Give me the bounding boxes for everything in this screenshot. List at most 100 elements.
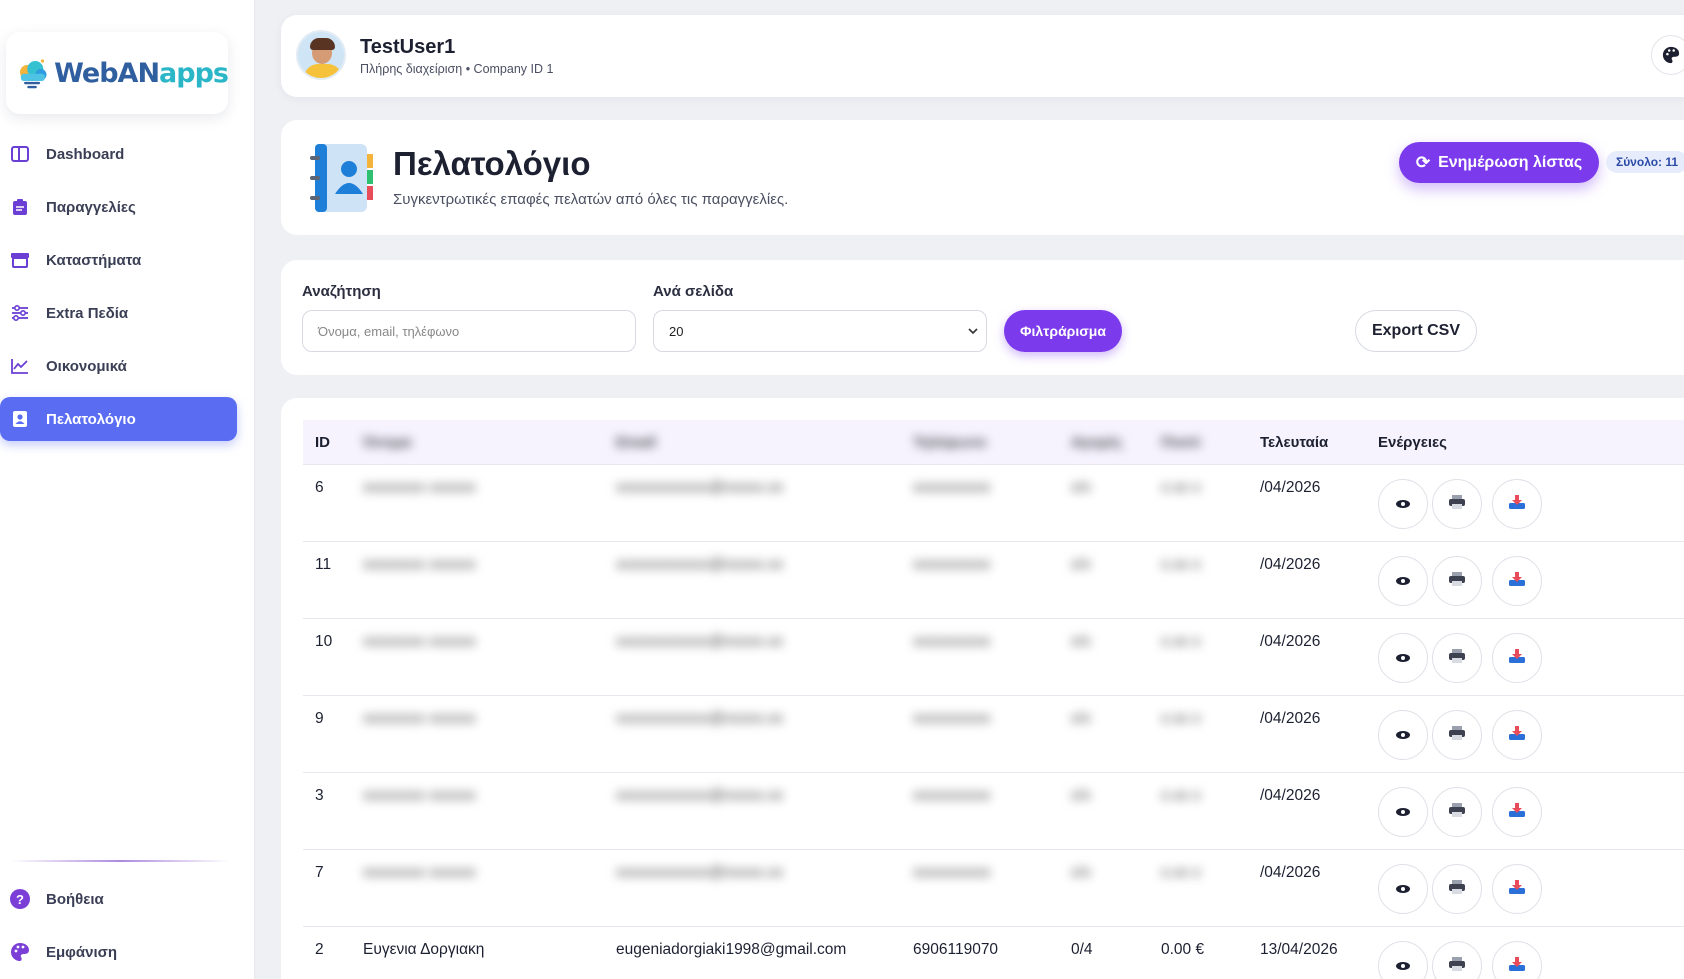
user-subtitle: Πλήρης διαχείριση • Company ID 1 [360,62,554,76]
cell-last: /04/2026 [1260,864,1321,881]
cell-id: 9 [315,710,324,727]
logo[interactable]: WebANapps [6,32,229,114]
cell-name: xxxxxxxx xxxxxx [363,787,476,804]
cell-phone: xxxxxxxxxx [913,864,991,881]
sidebar-item-stores[interactable]: Καταστήματα [0,238,237,282]
cell-name: xxxxxxxx xxxxxx [363,633,476,650]
view-icon [1395,958,1411,975]
sidebar-item-appearance[interactable]: Εμφάνιση [0,930,237,974]
download-button[interactable] [1492,941,1542,979]
cell-id: 11 [315,556,332,573]
cell-email: eugeniadorgiaki1998@gmail.com [616,941,847,958]
cell-amount: x.xx x [1161,556,1201,573]
page-title: Πελατολόγιο [393,145,591,182]
column-header[interactable]: Τελευταία [1260,434,1328,451]
avatar[interactable] [296,30,346,80]
download-button[interactable] [1492,710,1542,760]
cell-amount: x.xx x [1161,710,1201,727]
view-button[interactable] [1378,710,1428,760]
sidebar-item-finance[interactable]: Οικονομικά [0,344,237,388]
cell-email: xxxxxxxxxxxx@xxxxx.xx [616,479,784,496]
download-button[interactable] [1492,633,1542,683]
sliders-icon [10,303,30,323]
column-header[interactable]: ID [315,434,330,451]
download-icon [1508,494,1526,514]
contact-book-icon [10,409,30,429]
search-label: Αναζήτηση [302,283,381,300]
sidebar-item-label: Βοήθεια [46,890,104,908]
column-header[interactable]: Τηλέφωνο [913,434,986,451]
download-icon [1508,648,1526,668]
download-button[interactable] [1492,787,1542,837]
table-header: ID Όνομα Email Τηλέφωνο Αγορές Ποσό Τελε… [303,420,1684,465]
table-row: 3 xxxxxxxx xxxxxx xxxxxxxxxxxx@xxxxx.xx xxx… [303,773,1684,850]
export-csv-button[interactable]: Export CSV [1355,310,1477,352]
refresh-list-button[interactable]: ⟳ Ενημέρωση λίστας [1399,142,1599,183]
sidebar-item-label: Εμφάνιση [46,943,118,961]
print-button[interactable] [1432,479,1482,529]
sidebar-item-label: Οικονομικά [46,357,127,375]
view-icon [1395,496,1411,513]
cell-last: 13/04/2026 [1260,941,1338,958]
view-button[interactable] [1378,633,1428,683]
download-button[interactable] [1492,479,1542,529]
column-header[interactable]: Email [616,434,656,451]
per-page-value: 20 [669,323,684,339]
logo-text: WebANapps [54,57,229,89]
cell-phone: xxxxxxxxxx [913,787,991,804]
cell-id: 6 [315,479,324,496]
print-button[interactable] [1432,633,1482,683]
print-button[interactable] [1432,864,1482,914]
cell-amount: x.xx x [1161,864,1201,881]
view-icon [1395,804,1411,821]
print-icon [1448,725,1466,745]
view-button[interactable] [1378,864,1428,914]
sidebar-item-customers[interactable]: Πελατολόγιο [0,397,237,441]
sidebar-item-dashboard[interactable]: Dashboard [0,132,237,176]
column-header[interactable]: Όνομα [363,434,411,451]
user-name: TestUser1 [360,36,456,58]
sidebar-item-extra-fields[interactable]: Extra Πεδία [0,291,237,335]
view-button[interactable] [1378,556,1428,606]
chart-line-icon [10,356,30,376]
search-input[interactable]: Όνομα, email, τηλέφωνο [302,310,636,352]
cell-phone: xxxxxxxxxx [913,710,991,727]
view-icon [1395,881,1411,898]
download-button[interactable] [1492,864,1542,914]
print-button[interactable] [1432,556,1482,606]
filter-button[interactable]: Φιλτράρισμα [1004,310,1122,352]
per-page-label: Ανά σελίδα [653,283,734,300]
sidebar-item-orders[interactable]: Παραγγελίες [0,185,237,229]
per-page-select[interactable]: 20 [653,310,987,352]
cell-orders: x/x [1071,479,1091,496]
cell-orders: x/x [1071,633,1091,650]
dashboard-icon [10,144,30,164]
print-button[interactable] [1432,941,1482,979]
print-button[interactable] [1432,710,1482,760]
download-button[interactable] [1492,556,1542,606]
column-header: Ενέργειες [1378,434,1447,451]
view-button[interactable] [1378,479,1428,529]
cell-phone: xxxxxxxxxx [913,633,991,650]
view-button[interactable] [1378,941,1428,979]
cell-last: /04/2026 [1260,633,1321,650]
print-button[interactable] [1432,787,1482,837]
column-header[interactable]: Ποσό [1161,434,1200,451]
palette-icon [10,942,30,962]
cell-orders: x/x [1071,556,1091,573]
page-header: Πελατολόγιο Συγκεντρωτικές επαφές πελατώ… [281,120,1684,235]
sidebar-item-help[interactable]: ? Βοήθεια [0,877,237,921]
sidebar-item-label: Dashboard [46,145,125,163]
column-header[interactable]: Αγορές [1071,434,1123,451]
sidebar-item-label: Καταστήματα [46,251,142,269]
sidebar-item-label: Πελατολόγιο [46,410,136,428]
cloud-logo-icon [20,59,47,89]
view-button[interactable] [1378,787,1428,837]
view-icon [1395,650,1411,667]
print-icon [1448,571,1466,591]
download-icon [1508,571,1526,591]
chevron-down-icon [968,328,978,335]
cell-last: /04/2026 [1260,787,1321,804]
cell-last: /04/2026 [1260,710,1321,727]
theme-button[interactable] [1651,35,1684,75]
